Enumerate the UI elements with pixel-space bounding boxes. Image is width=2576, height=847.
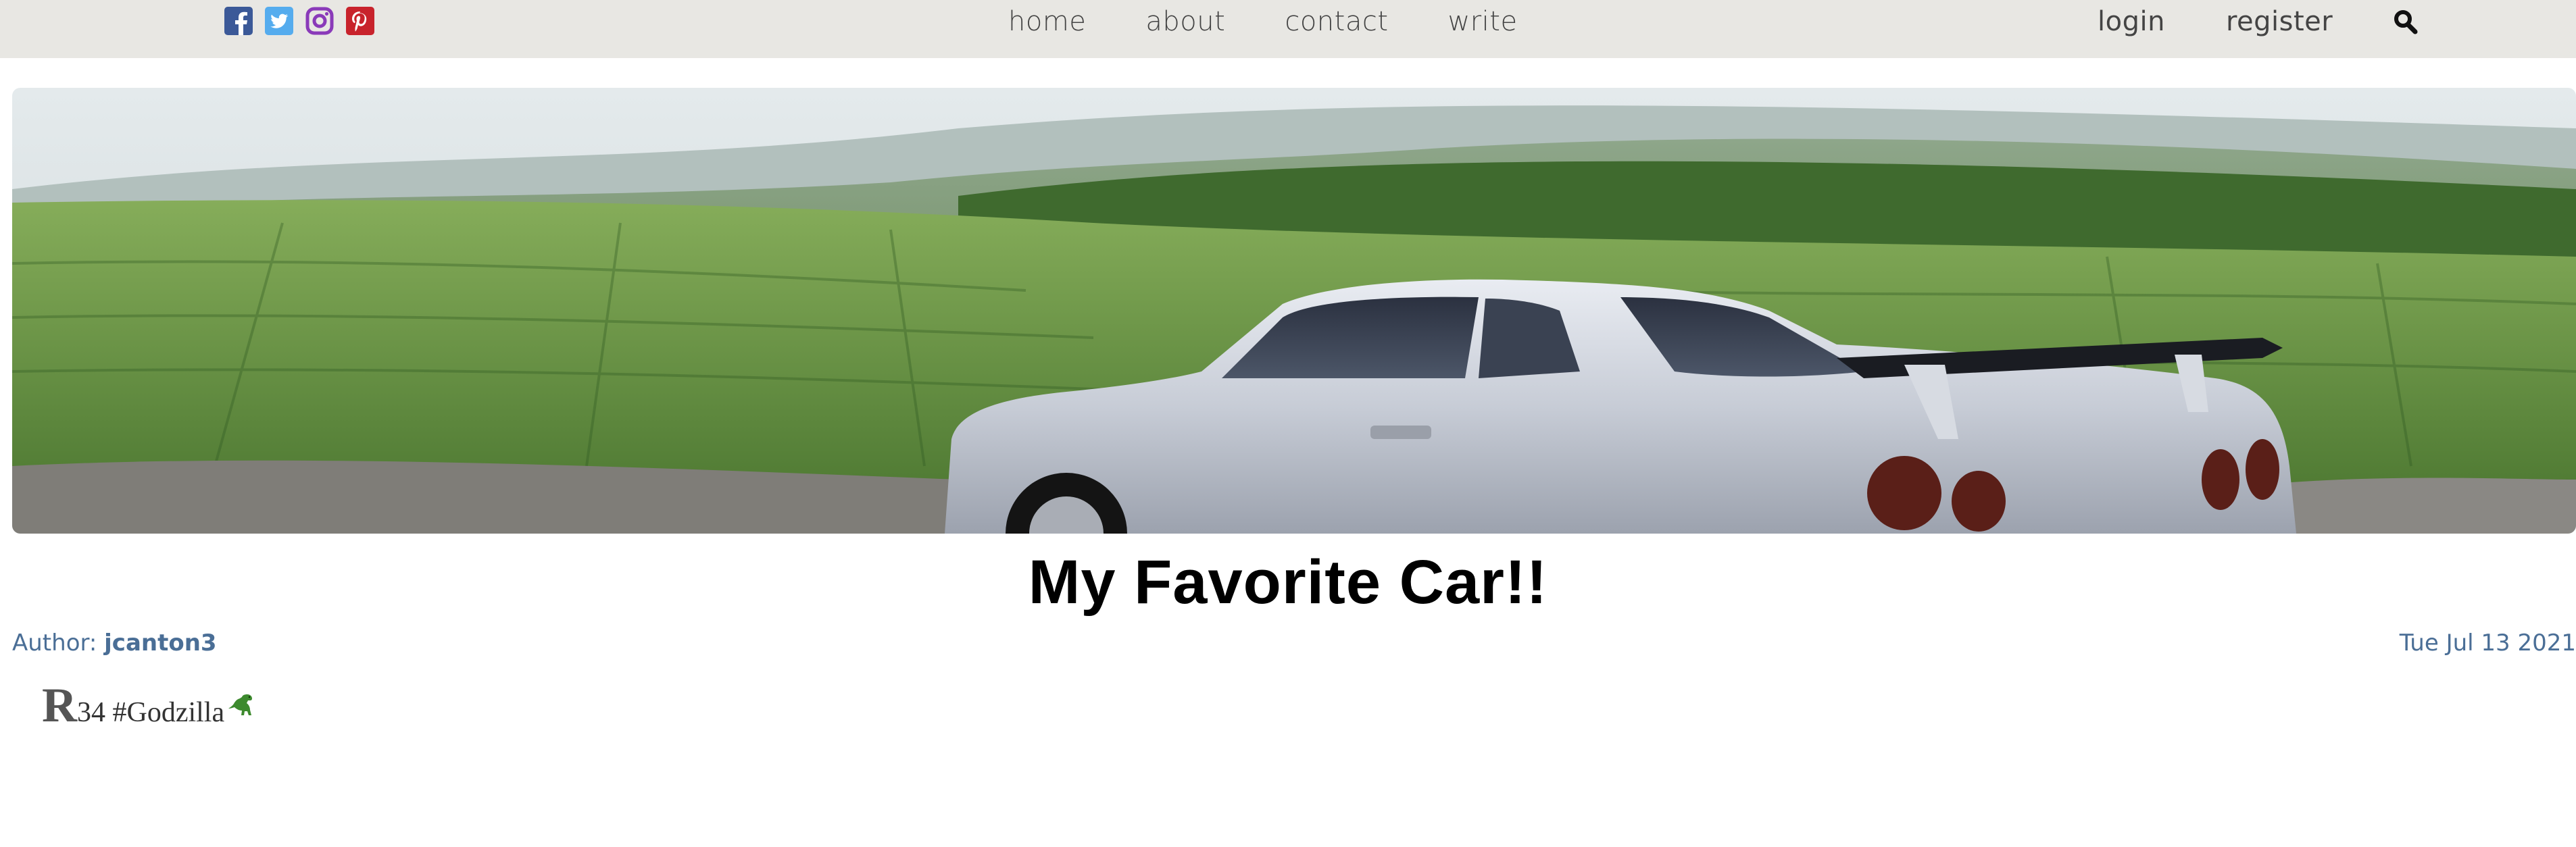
search-icon[interactable] [2394,8,2418,35]
pinterest-icon[interactable] [346,7,374,35]
login-link[interactable]: login [2098,6,2165,37]
twitter-icon[interactable] [265,7,293,35]
auth-links: login register [2098,4,2333,39]
register-link[interactable]: register [2226,6,2333,37]
instagram-icon[interactable] [305,7,334,35]
dinosaur-icon [228,694,253,715]
social-links [224,7,374,35]
facebook-icon[interactable] [224,7,253,35]
nav-write[interactable]: write [1448,6,1518,37]
post-body: R 34 #Godzilla [42,681,257,729]
nav-home[interactable]: home [1008,6,1086,37]
post-body-text: 34 #Godzilla [77,697,225,728]
car-landscape-image [12,88,2576,534]
nav-contact[interactable]: contact [1285,6,1388,37]
hero-image [12,88,2576,534]
post-title: My Favorite Car!! [1028,548,1548,617]
drop-cap: R [42,678,77,732]
top-bar: home about contact write login register [0,0,2576,58]
author-name-link[interactable]: jcanton3 [104,630,216,657]
post-date: Tue Jul 13 2021 [2399,630,2576,657]
nav-about[interactable]: about [1145,6,1225,37]
author-label: Author: [12,630,97,657]
post-author: Author: jcanton3 [12,630,217,657]
main-nav: home about contact write [1008,4,1518,39]
